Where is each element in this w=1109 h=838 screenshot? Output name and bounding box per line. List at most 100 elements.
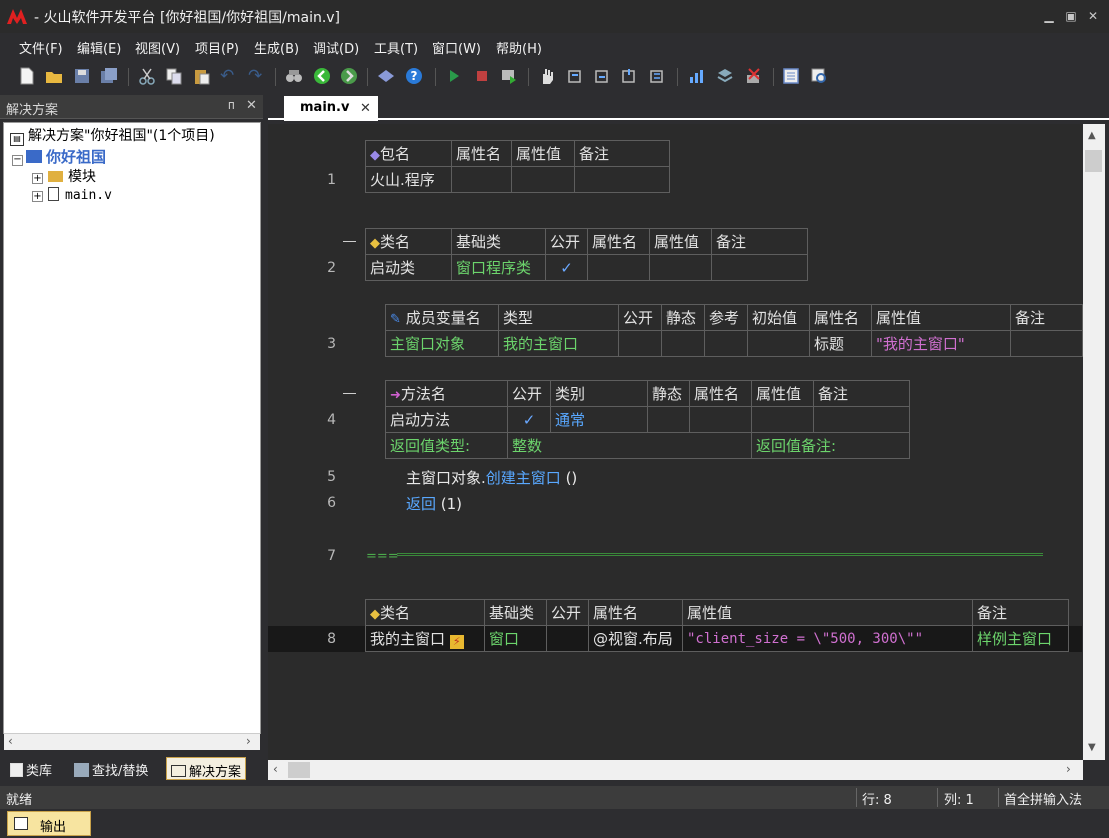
fold-marker[interactable] — [343, 241, 356, 242]
step-out-icon[interactable] — [620, 67, 638, 85]
forward-icon[interactable] — [340, 67, 358, 85]
table-row[interactable]: 主窗口对象 我的主窗口 标题 "我的主窗口" — [385, 330, 1083, 357]
menu-project[interactable]: 项目(P) — [195, 38, 239, 57]
cell[interactable] — [751, 406, 814, 433]
clear-icon[interactable] — [745, 67, 763, 85]
scroll-right-icon[interactable]: › — [246, 734, 251, 748]
code-line-6[interactable]: 返回 (1) — [406, 493, 462, 514]
cell[interactable] — [649, 254, 712, 281]
save-all-icon[interactable] — [100, 67, 118, 85]
class-name-cell[interactable]: 我的主窗口 ⚡ — [365, 625, 485, 652]
copy-icon[interactable] — [165, 67, 183, 85]
cell[interactable] — [747, 330, 810, 357]
event-icon[interactable]: ⚡ — [449, 635, 464, 649]
open-folder-icon[interactable] — [45, 67, 63, 85]
cell[interactable] — [704, 330, 748, 357]
menu-build[interactable]: 生成(B) — [254, 38, 299, 57]
table-row[interactable]: 启动类 窗口程序类 ✓ — [365, 254, 808, 281]
scroll-left-icon[interactable]: ‹ — [8, 734, 13, 748]
cell[interactable] — [711, 254, 808, 281]
expand-icon[interactable]: + — [32, 173, 43, 184]
cell[interactable] — [813, 406, 910, 433]
cell[interactable] — [587, 254, 650, 281]
cell[interactable] — [511, 166, 575, 193]
scroll-thumb[interactable] — [1085, 150, 1102, 172]
tree-root[interactable]: ▤ 解决方案"你好祖国"(1个项目) — [10, 125, 215, 146]
editor-hscrollbar[interactable]: ‹ › — [268, 760, 1083, 780]
stop-icon[interactable] — [473, 67, 491, 85]
public-check[interactable]: ✓ — [507, 406, 551, 433]
run-icon[interactable] — [445, 67, 463, 85]
method-name-cell[interactable]: 启动方法 — [385, 406, 508, 433]
collapse-icon[interactable]: − — [12, 155, 23, 166]
table-row[interactable]: 我的主窗口 ⚡ 窗口 @视窗.布局 "client_size = \"500, … — [365, 625, 1069, 652]
cell[interactable] — [661, 330, 705, 357]
inspect-icon[interactable] — [810, 67, 828, 85]
expand-icon[interactable]: + — [32, 191, 43, 202]
tab-class-library[interactable]: 类库 — [6, 757, 56, 780]
close-button[interactable]: ✕ — [1086, 9, 1100, 23]
tree-project[interactable]: − 你好祖国 — [12, 146, 106, 167]
cell[interactable] — [1010, 330, 1083, 357]
table-row[interactable]: 启动方法 ✓ 通常 — [385, 406, 910, 433]
scroll-right-icon[interactable]: › — [1066, 762, 1071, 776]
class-name-cell[interactable]: 启动类 — [365, 254, 452, 281]
step-icon[interactable] — [648, 67, 666, 85]
attr-name-cell[interactable]: @视窗.布局 — [588, 625, 683, 652]
stack-icon[interactable] — [716, 67, 734, 85]
return-type-cell[interactable]: 整数 — [507, 432, 752, 459]
new-file-icon[interactable] — [18, 67, 36, 85]
cell[interactable] — [451, 166, 512, 193]
menu-tools[interactable]: 工具(T) — [374, 38, 418, 57]
menu-window[interactable]: 窗口(W) — [432, 38, 481, 57]
menu-edit[interactable]: 编辑(E) — [77, 38, 121, 57]
cut-icon[interactable] — [138, 67, 156, 85]
menu-file[interactable]: 文件(F) — [19, 38, 63, 57]
attr-value-cell[interactable]: "我的主窗口" — [871, 330, 1011, 357]
tree-item-modules[interactable]: + 模块 — [32, 166, 96, 186]
editor-vscrollbar[interactable]: ▲ ▼ — [1083, 124, 1105, 760]
base-class-cell[interactable]: 窗口程序类 — [451, 254, 546, 281]
scroll-thumb[interactable] — [288, 762, 310, 778]
cell[interactable] — [647, 406, 690, 433]
table-row[interactable]: 火山.程序 — [365, 166, 670, 193]
fold-marker[interactable] — [343, 393, 356, 394]
type-cell[interactable]: 我的主窗口 — [498, 330, 619, 357]
step-into-icon[interactable] — [566, 67, 584, 85]
save-icon[interactable] — [73, 67, 91, 85]
code-line-5[interactable]: 主窗口对象.创建主窗口 () — [406, 467, 577, 488]
hand-icon[interactable] — [538, 67, 556, 85]
find-icon[interactable] — [285, 67, 303, 85]
return-note-label[interactable]: 返回值备注: — [751, 432, 910, 459]
editor-tab-main[interactable]: main.v ✕ — [284, 96, 378, 121]
step-over-icon[interactable] — [593, 67, 611, 85]
member-name-cell[interactable]: 主窗口对象 — [385, 330, 499, 357]
back-icon[interactable] — [313, 67, 331, 85]
help-icon[interactable]: ? — [405, 67, 423, 85]
cell[interactable] — [689, 406, 752, 433]
tab-find-replace[interactable]: 查找/替换 — [70, 757, 152, 780]
scroll-left-icon[interactable]: ‹ — [273, 762, 278, 776]
public-check[interactable]: ✓ — [545, 254, 588, 281]
solution-hscrollbar[interactable]: ‹ › — [4, 733, 260, 750]
scroll-up-icon[interactable]: ▲ — [1088, 130, 1096, 141]
paste-icon[interactable] — [193, 67, 211, 85]
category-cell[interactable]: 通常 — [550, 406, 648, 433]
maximize-button[interactable]: ▣ — [1064, 9, 1078, 23]
cell[interactable] — [574, 166, 670, 193]
redo-icon[interactable]: ↷ — [248, 67, 266, 85]
base-class-cell[interactable]: 窗口 — [484, 625, 547, 652]
chart-icon[interactable] — [688, 67, 706, 85]
attr-value-cell[interactable]: "client_size = \"500, 300\"" — [682, 625, 973, 652]
menu-debug[interactable]: 调试(D) — [313, 38, 359, 57]
close-icon[interactable]: ✕ — [246, 98, 257, 113]
table-row[interactable]: 返回值类型: 整数 返回值备注: — [385, 432, 910, 459]
attr-name-cell[interactable]: 标题 — [809, 330, 872, 357]
tab-close-icon[interactable]: ✕ — [360, 101, 371, 116]
undo-icon[interactable]: ↶ — [220, 67, 238, 85]
minimize-button[interactable]: ▁ — [1042, 9, 1056, 23]
tab-solution[interactable]: 解决方案 — [166, 757, 247, 780]
note-cell[interactable]: 样例主窗口 — [972, 625, 1069, 652]
menu-help[interactable]: 帮助(H) — [496, 38, 542, 57]
public-cell[interactable] — [546, 625, 589, 652]
